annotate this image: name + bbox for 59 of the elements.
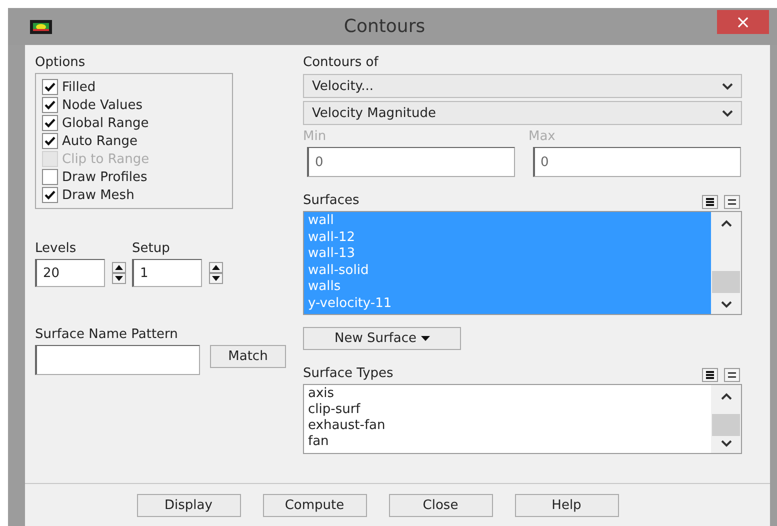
scroll-up-icon[interactable] — [720, 220, 732, 227]
scroll-up-icon[interactable] — [720, 393, 732, 400]
list-label: Surfaces — [303, 193, 360, 209]
field-label: Levels — [35, 241, 78, 257]
list-item[interactable]: axis — [308, 386, 707, 402]
match-button[interactable]: Match — [210, 345, 286, 368]
field-label: Min — [303, 129, 328, 145]
dialog-button[interactable]: Help — [514, 494, 618, 516]
list-item[interactable]: fan — [308, 434, 707, 450]
scroll-down-icon[interactable] — [720, 301, 732, 308]
window-title: Contours — [342, 16, 426, 37]
scroll-thumb[interactable] — [712, 414, 740, 436]
checkbox[interactable] — [42, 187, 58, 203]
list-item[interactable]: exhaust-fan — [308, 418, 707, 434]
select-all-icon[interactable] — [702, 368, 718, 382]
dialog-button[interactable]: Close — [388, 494, 492, 516]
field-label: Setup — [132, 241, 171, 257]
chevron-down-icon — [722, 82, 733, 90]
field-label: Surface Name Pattern — [35, 327, 179, 343]
group-label: Options — [35, 55, 86, 71]
setup-field[interactable]: 1 — [132, 259, 202, 287]
checkbox-label: Filled — [62, 80, 96, 94]
app-icon — [30, 20, 52, 34]
scroll-thumb[interactable] — [712, 271, 740, 293]
checkbox-label: Auto Range — [62, 134, 138, 148]
max-field[interactable]: 0 — [532, 147, 740, 177]
chevron-down-icon — [722, 110, 733, 116]
checkbox[interactable] — [42, 115, 58, 131]
checkbox-label: Draw Profiles — [62, 170, 148, 184]
checkbox[interactable] — [42, 169, 58, 185]
checkbox[interactable] — [42, 79, 58, 95]
spinner-icon[interactable] — [209, 262, 223, 284]
field-label: Contours of — [303, 55, 380, 71]
checkbox[interactable] — [42, 97, 58, 113]
close-button[interactable]: × — [717, 10, 769, 34]
checkbox-label: Clip to Range — [62, 152, 150, 166]
caret-down-icon — [420, 336, 430, 341]
checkbox-label: Draw Mesh — [62, 188, 134, 202]
checkbox-label: Global Range — [62, 116, 149, 130]
deselect-all-icon[interactable] — [724, 195, 740, 209]
quantity-dropdown[interactable]: Velocity... — [303, 74, 742, 98]
component-dropdown[interactable]: Velocity Magnitude — [303, 101, 742, 125]
spinner-icon[interactable] — [112, 262, 126, 284]
scrollbar[interactable] — [711, 212, 741, 314]
scroll-down-icon[interactable] — [720, 440, 732, 447]
field-label: Max — [528, 129, 556, 145]
scrollbar[interactable] — [711, 385, 741, 453]
min-field[interactable]: 0 — [307, 147, 515, 177]
select-all-icon[interactable] — [702, 195, 718, 209]
new-surface-button[interactable]: New Surface — [303, 327, 461, 350]
list-label: Surface Types — [303, 366, 394, 382]
checkbox[interactable] — [42, 133, 58, 149]
dialog-button[interactable]: Display — [136, 494, 240, 516]
dialog-button[interactable]: Compute — [262, 494, 366, 516]
deselect-all-icon[interactable] — [724, 368, 740, 382]
levels-field[interactable]: 20 — [35, 259, 105, 287]
pattern-field[interactable] — [35, 345, 200, 375]
list-item[interactable]: clip-surf — [308, 402, 707, 418]
checkbox-label: Node Values — [62, 98, 143, 112]
